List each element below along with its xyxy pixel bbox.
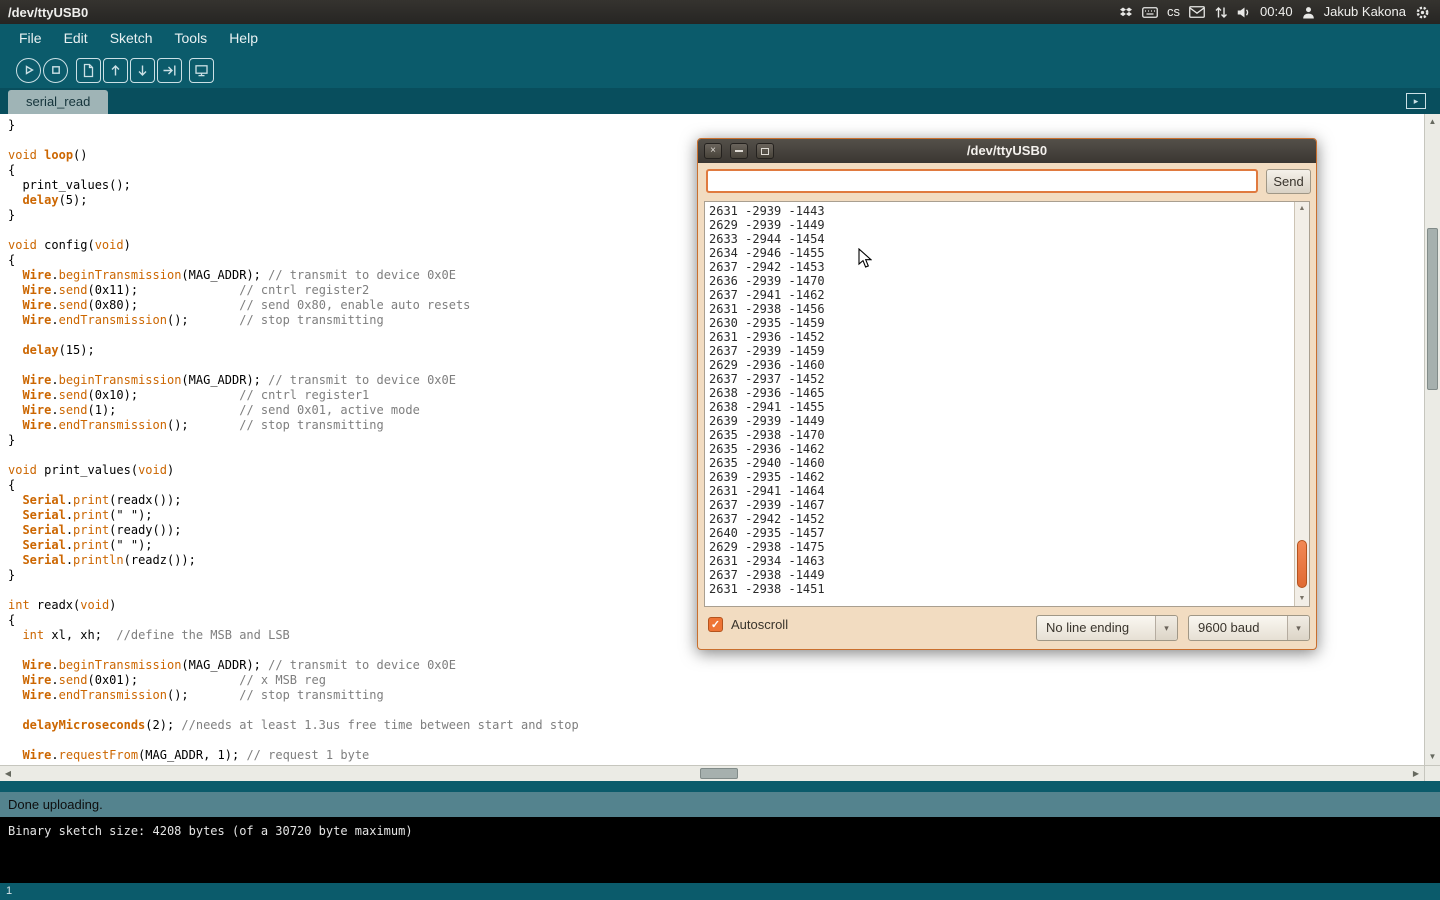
send-button[interactable]: Send (1266, 169, 1311, 194)
serial-scroll-thumb[interactable] (1297, 540, 1307, 588)
status-bar: Done uploading. (0, 792, 1440, 817)
tab-serial-read[interactable]: serial_read (8, 90, 108, 114)
serial-scroll-up-arrow[interactable]: ▲ (1295, 203, 1309, 215)
menu-edit[interactable]: Edit (53, 24, 99, 52)
console-output: Binary sketch size: 4208 bytes (of a 307… (0, 817, 1440, 883)
mail-icon[interactable] (1189, 6, 1205, 18)
console-text: Binary sketch size: 4208 bytes (of a 307… (8, 824, 1432, 838)
user-icon[interactable] (1302, 6, 1315, 19)
maximize-icon (761, 148, 769, 155)
tab-bar: serial_read ▸ (0, 88, 1440, 114)
autoscroll-label: Autoscroll (731, 617, 788, 632)
chevron-down-icon[interactable]: ▾ (1155, 616, 1177, 640)
minimize-icon (735, 150, 743, 152)
menu-help[interactable]: Help (218, 24, 269, 52)
keyboard-layout-label[interactable]: cs (1167, 0, 1180, 24)
serial-monitor-titlebar[interactable]: /dev/ttyUSB0 (698, 139, 1316, 163)
toolbar (0, 52, 1440, 88)
line-number-strip: 1 (0, 883, 1440, 900)
serial-monitor-button[interactable] (189, 58, 214, 83)
open-button[interactable] (103, 58, 128, 83)
upload-button[interactable] (157, 58, 182, 83)
serial-scrollbar[interactable]: ▲ ▼ (1294, 202, 1309, 606)
maximize-button[interactable] (756, 143, 774, 159)
scroll-up-arrow[interactable]: ▲ (1425, 115, 1440, 129)
mouse-cursor (858, 248, 872, 274)
current-line-indicator: 1 (6, 885, 12, 897)
username[interactable]: Jakub Kakona (1324, 0, 1406, 24)
system-tray: cs 00:40 Jakub Kakona (1119, 0, 1440, 24)
baud-rate-value: 9600 baud (1198, 616, 1259, 640)
serial-monitor-window: /dev/ttyUSB0 × Send 2631 -2939 -14432629… (697, 138, 1317, 650)
editor-horizontal-scrollbar[interactable]: ◀ ▶ (0, 765, 1424, 781)
tab-menu-icon[interactable]: ▸ (1406, 93, 1426, 109)
autoscroll-checkbox[interactable]: ✓ (708, 617, 723, 632)
verify-button[interactable] (16, 58, 41, 83)
menu-sketch[interactable]: Sketch (99, 24, 164, 52)
new-button[interactable] (76, 58, 101, 83)
tab-label: serial_read (26, 94, 90, 109)
scroll-left-arrow[interactable]: ◀ (1, 766, 15, 781)
serial-input[interactable] (706, 169, 1258, 193)
session-gear-icon[interactable] (1415, 5, 1430, 20)
baud-rate-dropdown[interactable]: 9600 baud ▾ (1188, 615, 1310, 641)
minimize-button[interactable] (730, 143, 748, 159)
close-button[interactable]: × (704, 143, 722, 159)
serial-output: 2631 -2939 -14432629 -2939 -14492633 -29… (709, 204, 1292, 604)
stop-button[interactable] (43, 58, 68, 83)
focused-window-title: /dev/ttyUSB0 (8, 5, 88, 20)
keyboard-icon[interactable] (1142, 7, 1158, 18)
line-ending-dropdown[interactable]: No line ending ▾ (1036, 615, 1178, 641)
menu-tools[interactable]: Tools (164, 24, 219, 52)
top-panel: /dev/ttyUSB0 cs 00:40 Jakub Kakona (0, 0, 1440, 24)
menubar: File Edit Sketch Tools Help (0, 24, 1440, 52)
dropbox-icon[interactable] (1119, 7, 1133, 18)
serial-output-area[interactable]: 2631 -2939 -14432629 -2939 -14492633 -29… (704, 201, 1310, 607)
line-ending-value: No line ending (1046, 616, 1129, 640)
serial-monitor-title: /dev/ttyUSB0 (967, 143, 1047, 158)
network-arrows-icon[interactable] (1214, 6, 1228, 19)
scroll-down-arrow[interactable]: ▼ (1425, 750, 1440, 764)
vertical-scroll-thumb[interactable] (1427, 228, 1438, 390)
volume-icon[interactable] (1237, 6, 1251, 19)
clock[interactable]: 00:40 (1260, 0, 1293, 24)
save-button[interactable] (130, 58, 155, 83)
serial-scroll-down-arrow[interactable]: ▼ (1295, 593, 1309, 605)
scroll-right-arrow[interactable]: ▶ (1409, 766, 1423, 781)
editor-vertical-scrollbar[interactable]: ▲ ▼ (1424, 114, 1440, 765)
horizontal-scroll-thumb[interactable] (700, 768, 738, 779)
chevron-down-icon[interactable]: ▾ (1287, 616, 1309, 640)
status-message: Done uploading. (8, 797, 103, 812)
menu-file[interactable]: File (8, 24, 53, 52)
scrollbar-corner (1424, 765, 1440, 781)
